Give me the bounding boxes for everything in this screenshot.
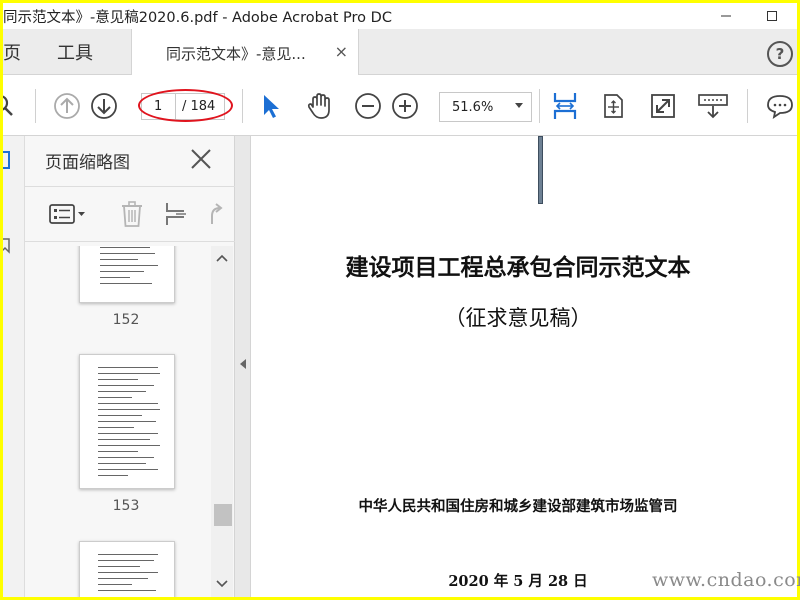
page-thumbnail[interactable] <box>79 541 175 597</box>
window-title: 同示范文本》-意见稿2020.6.pdf - Adobe Acrobat Pro… <box>3 10 392 26</box>
document-tab[interactable]: 同示范文本》-意见... × <box>131 29 359 75</box>
hand-tool-button[interactable] <box>305 92 333 120</box>
collapse-panel-icon[interactable] <box>239 358 247 370</box>
arrow-down-circle-icon <box>91 93 117 119</box>
hand-icon <box>307 93 330 119</box>
zoom-out-button[interactable] <box>354 92 382 120</box>
fit-page-icon <box>604 94 623 118</box>
zoom-select[interactable]: 51.6% <box>439 92 532 122</box>
menu-home[interactable]: 页 <box>3 39 21 65</box>
trash-icon <box>122 201 142 227</box>
zoom-value: 51.6% <box>452 100 494 115</box>
options-menu-icon <box>49 204 85 224</box>
fit-width-icon <box>553 93 577 119</box>
toolbar-separator <box>35 89 36 123</box>
previous-page-button[interactable] <box>53 92 81 120</box>
thumbnail-options-button[interactable] <box>47 200 87 228</box>
toolbar-separator <box>747 89 748 123</box>
page-thumbnails-icon[interactable] <box>3 150 23 172</box>
panel-title: 页面缩略图 <box>45 153 130 173</box>
full-screen-button[interactable] <box>649 92 677 120</box>
scrollbar-thumb[interactable] <box>214 504 232 526</box>
chevron-down-icon <box>216 580 228 588</box>
search-icon <box>3 95 13 116</box>
read-mode-button[interactable] <box>695 92 731 120</box>
bookmark-icon[interactable] <box>3 236 23 256</box>
rotate-page-button[interactable] <box>199 200 229 228</box>
minus-circle-icon <box>355 93 381 119</box>
close-tab-icon[interactable]: × <box>335 42 348 61</box>
search-button[interactable] <box>3 92 17 120</box>
page-thumbnail[interactable] <box>79 246 175 303</box>
toolbar: / 184 51.6% <box>3 75 797 136</box>
select-tool-button[interactable] <box>256 92 284 120</box>
acrobat-window: 同示范文本》-意见稿2020.6.pdf - Adobe Acrobat Pro… <box>3 3 797 597</box>
thumbnail-list: 152 153 <box>25 246 211 597</box>
thumbnail-page-number: 153 <box>112 498 140 514</box>
minimize-icon <box>721 15 731 17</box>
fit-page-button[interactable] <box>599 92 627 120</box>
close-icon[interactable] <box>189 147 213 171</box>
keyboard-arrow-icon <box>698 94 728 119</box>
comment-icon <box>767 95 793 119</box>
menu-tools[interactable]: 工具 <box>57 39 93 65</box>
maximize-button[interactable] <box>749 3 795 29</box>
toolbar-separator <box>242 89 243 123</box>
full-screen-icon <box>651 94 675 118</box>
document-view[interactable]: 建设项目工程总承包合同示范文本 （征求意见稿） 中华人民共和国住房和城乡建设部建… <box>251 136 797 597</box>
thumbnail-page-number: 152 <box>112 312 140 328</box>
thumbnail-toolbar <box>25 186 235 242</box>
document-title: 建设项目工程总承包合同示范文本 <box>345 254 691 281</box>
zoom-in-button[interactable] <box>391 92 419 120</box>
page-thumbnail[interactable] <box>79 354 175 489</box>
watermark: www.cndao.com <box>652 569 800 591</box>
minimize-button[interactable] <box>703 3 749 29</box>
thumbnail-scrollbar[interactable] <box>211 246 233 597</box>
rotate-icon <box>211 203 223 224</box>
arrow-up-circle-icon <box>54 93 80 119</box>
scroll-down-button[interactable] <box>211 574 233 594</box>
document-subtitle: （征求意见稿） <box>444 306 592 330</box>
navigation-rail <box>3 136 25 597</box>
next-page-button[interactable] <box>90 92 118 120</box>
annotation-ellipse <box>138 89 233 122</box>
plus-circle-icon <box>392 93 418 119</box>
binding-bar <box>538 136 543 204</box>
fit-width-button[interactable] <box>549 92 581 120</box>
delete-page-button[interactable] <box>117 200 147 228</box>
panel-divider[interactable] <box>235 136 251 597</box>
thumbnail-panel: 页面缩略图 152 153 <box>25 136 235 597</box>
help-icon[interactable]: ? <box>767 41 793 67</box>
scroll-up-button[interactable] <box>211 248 233 268</box>
chevron-up-icon <box>216 254 228 262</box>
document-organization: 中华人民共和国住房和城乡建设部建筑市场监管司 <box>358 498 678 515</box>
chevron-down-icon <box>515 103 523 108</box>
cursor-arrow-icon <box>264 95 279 118</box>
maximize-icon <box>767 11 777 21</box>
split-page-icon <box>166 203 186 225</box>
toolbar-separator <box>539 89 540 123</box>
title-bar: 同示范文本》-意见稿2020.6.pdf - Adobe Acrobat Pro… <box>3 3 797 29</box>
split-page-button[interactable] <box>161 200 191 228</box>
comment-button[interactable] <box>765 92 793 120</box>
document-tab-label: 同示范文本》-意见... <box>166 45 306 63</box>
menu-bar: 页 工具 同示范文本》-意见... × ? <box>3 29 797 75</box>
